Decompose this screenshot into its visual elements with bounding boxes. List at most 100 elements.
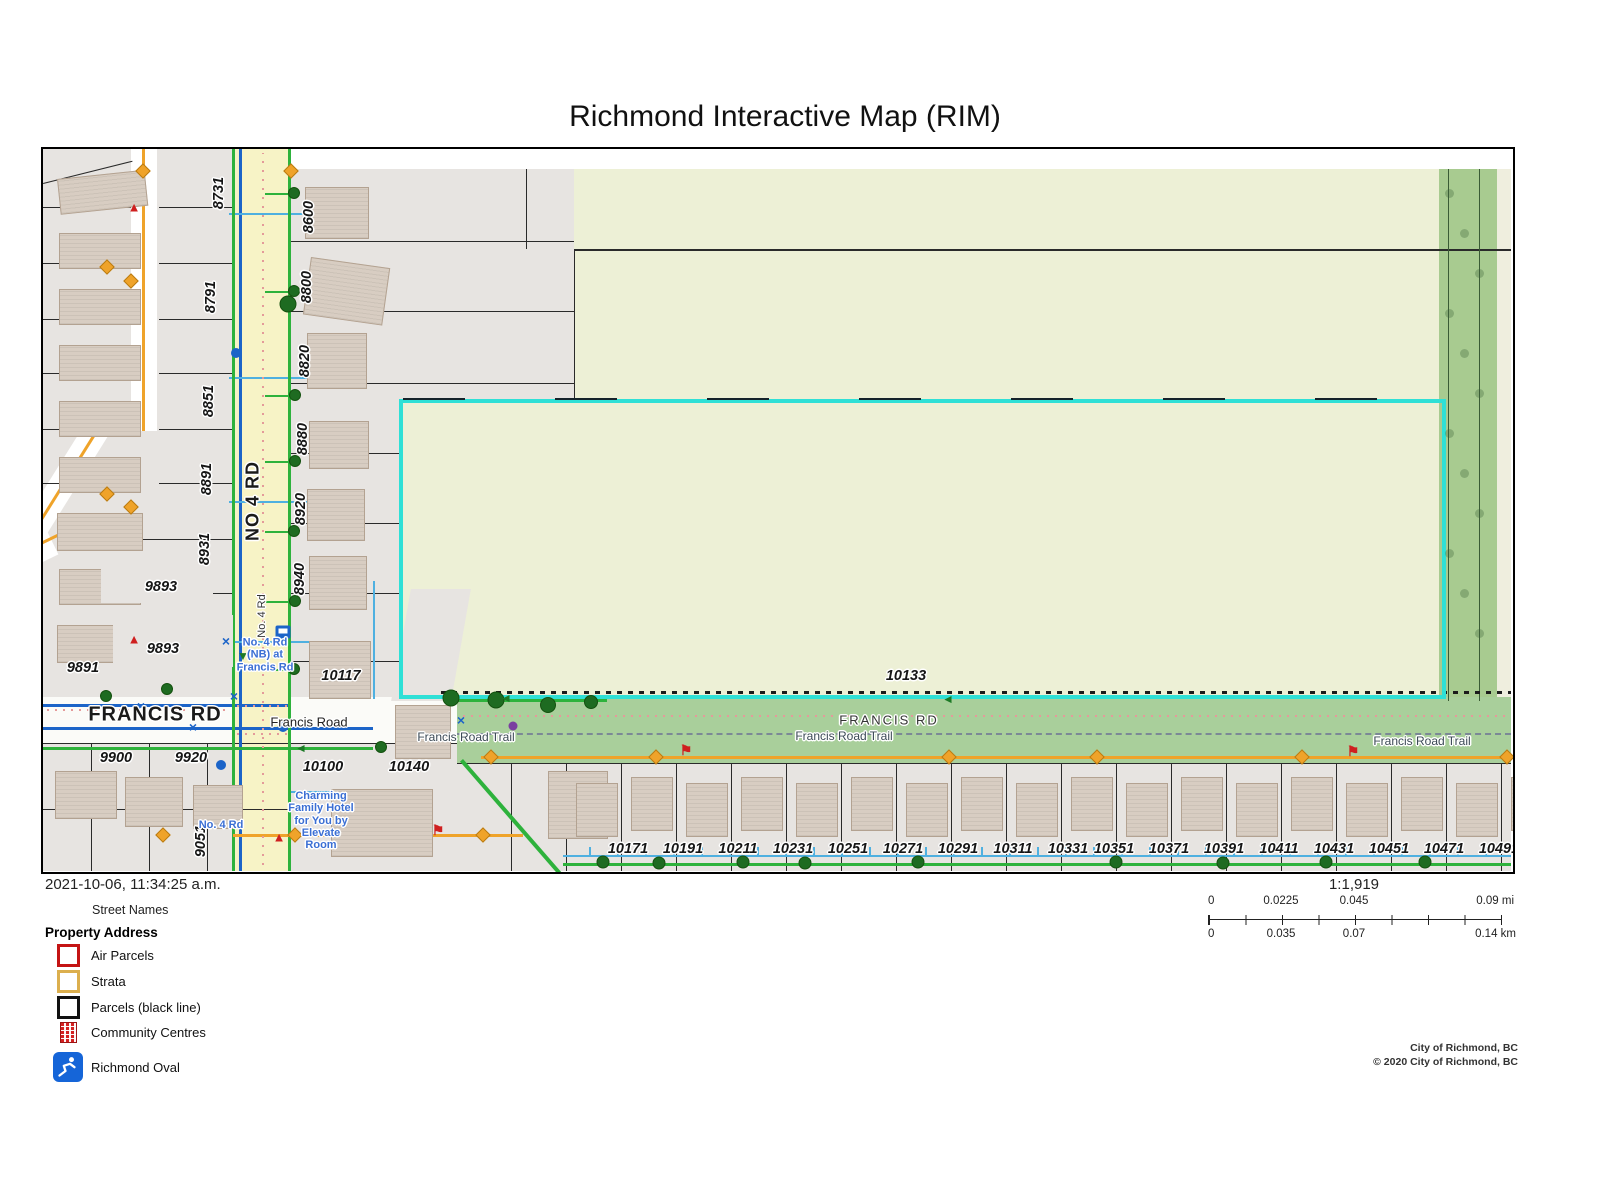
legend-item-strata: Strata [45, 970, 126, 993]
address-label: 8931 [197, 533, 213, 565]
tree-icon [584, 695, 598, 709]
building [59, 401, 141, 437]
map-shape [289, 149, 1511, 169]
address-label: 8880 [295, 423, 311, 455]
tree-icon [161, 683, 173, 695]
legend-heading: Property Address [45, 925, 158, 940]
tree-icon [1217, 857, 1230, 870]
page: { "title": "Richmond Interactive Map (RI… [0, 0, 1600, 1200]
scale-bar [1208, 915, 1502, 925]
strip-tree-icon [1445, 189, 1454, 198]
scale-tick-label: 0.0225 [1263, 895, 1298, 907]
strip-tree-icon [1460, 469, 1469, 478]
credit-line-1: City of Richmond, BC [1410, 1042, 1518, 1054]
richmond-oval-icon [53, 1052, 83, 1082]
scale-tick-label: 0 [1208, 928, 1214, 940]
hydrant-icon [231, 348, 241, 358]
address-label: 8891 [199, 463, 215, 495]
building [741, 777, 783, 831]
address-label: 10291 [938, 841, 978, 857]
address-label: 10211 [718, 841, 757, 857]
building [59, 345, 141, 381]
strip-tree-icon [1460, 229, 1469, 238]
address-label: 9893 [147, 641, 179, 657]
tree-icon [1514, 856, 1516, 869]
signal-triangle-icon: ▲ [273, 831, 286, 844]
building [309, 421, 369, 469]
map-shape [237, 705, 289, 707]
address-label: 10133 [886, 668, 926, 684]
air-parcels-swatch-icon [57, 944, 80, 967]
strip-tree-icon [1475, 509, 1484, 518]
valve-x-icon: × [222, 634, 230, 648]
building [1016, 783, 1058, 837]
building [59, 289, 141, 325]
address-label: 10231 [773, 841, 813, 857]
address-label: 10391 [1204, 841, 1244, 857]
address-label: 10271 [883, 841, 923, 857]
address-label: 8731 [211, 177, 227, 209]
address-label: 10251 [828, 841, 868, 857]
road-label: FRANCIS RD [88, 704, 221, 727]
road-label: NO 4 RD [243, 461, 264, 541]
building [796, 783, 838, 837]
scale-ratio: 1:1,919 [1208, 876, 1500, 893]
legend-street-names: Street Names [92, 903, 168, 917]
legend-item-label: Strata [91, 974, 126, 989]
map-shape [574, 249, 1511, 251]
tree-icon [443, 690, 460, 707]
flag-marker-icon: ⚑ [1347, 744, 1360, 758]
map-shape [373, 581, 375, 699]
address-label: 10331 [1048, 841, 1088, 857]
address-label: 8800 [299, 271, 315, 303]
valve-x-icon: × [457, 713, 465, 727]
address-label: 10431 [1314, 841, 1354, 857]
tree-icon [1320, 856, 1333, 869]
address-label: 8820 [297, 345, 313, 377]
legend-item-community-centres: Community Centres [45, 1022, 206, 1043]
strip-tree-icon [1445, 309, 1454, 318]
scale-tick-label: 0 [1208, 895, 1214, 907]
map-shape [463, 715, 1511, 717]
address-label: 9920 [175, 750, 207, 766]
signal-triangle-icon: ▲ [128, 201, 141, 214]
strata-swatch-icon [57, 970, 80, 993]
selected-parcel-outline [399, 399, 1446, 699]
strip-tree-icon [1475, 269, 1484, 278]
tree-icon [288, 187, 300, 199]
map-canvas[interactable]: ▲▲▲⚑⚑⚑××××××◄◄◄▼NO 4 RDNo. 4 RdFRANCIS R… [41, 147, 1515, 874]
map-note: CharmingFamily Hotelfor You byElevateRoo… [288, 790, 353, 852]
address-label: 10371 [1149, 841, 1189, 857]
tree-icon [737, 856, 750, 869]
strip-tree-icon [1460, 349, 1469, 358]
map-shape [159, 483, 235, 484]
map-shape [159, 263, 235, 264]
strip-tree-icon [1445, 549, 1454, 558]
map-shape [563, 863, 1511, 866]
bus-glyph [279, 629, 288, 634]
scale-tick-label: 0.09 mi [1476, 895, 1514, 907]
building [1291, 777, 1333, 831]
address-label: 10491 [1479, 841, 1515, 857]
building [1456, 783, 1498, 837]
tree-icon [289, 389, 301, 401]
map-shape [574, 249, 575, 401]
tree-icon [1419, 856, 1432, 869]
tree-icon [799, 857, 812, 870]
road-label: FRANCIS RD [839, 713, 938, 728]
building [125, 777, 183, 827]
map-shape [159, 319, 235, 320]
address-label: 10471 [1424, 841, 1464, 857]
flow-arrow-icon: ◄ [942, 693, 954, 705]
legend-item-label: Richmond Oval [91, 1060, 180, 1075]
strip-tree-icon [1460, 589, 1469, 598]
strip-tree-icon [1445, 429, 1454, 438]
building [961, 777, 1003, 831]
building [1236, 783, 1278, 837]
map-shape [526, 169, 527, 249]
signal-triangle-icon: ▲ [128, 633, 141, 646]
scale-tick-label: 0.14 km [1475, 928, 1516, 940]
strip-tree-icon [1475, 389, 1484, 398]
building [309, 556, 367, 610]
legend-item-label: Community Centres [91, 1025, 206, 1040]
